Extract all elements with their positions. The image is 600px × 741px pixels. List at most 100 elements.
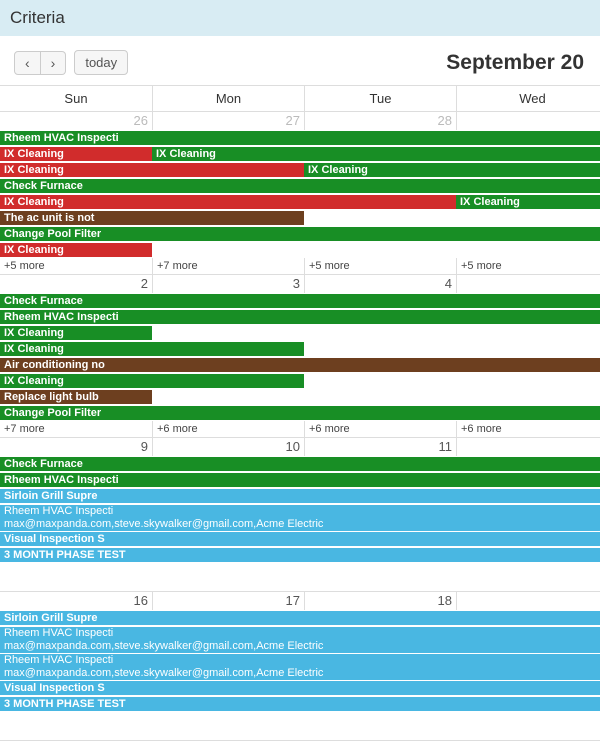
date-cell[interactable]: 11 <box>304 438 456 456</box>
event-lane: Sirloin Grill Supre <box>0 611 600 626</box>
calendar-grid: Sun Mon Tue Wed 262728Rheem HVAC Inspect… <box>0 85 600 741</box>
calendar-event[interactable]: Visual Inspection S <box>0 681 600 695</box>
event-lane: Check Furnace <box>0 179 600 194</box>
calendar-event[interactable]: IX Cleaning <box>0 163 304 177</box>
calendar-event[interactable]: Rheem HVAC Inspecti max@maxpanda.com,ste… <box>0 505 600 531</box>
date-row: 161718 <box>0 592 600 610</box>
date-cell[interactable]: 18 <box>304 592 456 610</box>
event-lane: Rheem HVAC Inspecti <box>0 473 600 488</box>
calendar-event[interactable]: IX Cleaning <box>0 243 152 257</box>
calendar-event[interactable]: The ac unit is not <box>0 211 304 225</box>
date-cell[interactable]: 17 <box>152 592 304 610</box>
more-link[interactable]: +6 more <box>304 421 456 437</box>
today-button[interactable]: today <box>74 50 128 75</box>
more-link[interactable]: +6 more <box>456 421 600 437</box>
more-link[interactable]: +5 more <box>456 258 600 274</box>
event-lane: Air conditioning no <box>0 358 600 373</box>
event-lane: Check Furnace <box>0 457 600 472</box>
calendar-event[interactable]: Air conditioning no <box>0 358 600 372</box>
calendar-event[interactable]: Sirloin Grill Supre <box>0 489 600 503</box>
dow-wed: Wed <box>456 86 600 111</box>
event-lane: IX Cleaning <box>0 326 600 341</box>
calendar-event[interactable]: Check Furnace <box>0 179 600 193</box>
more-link[interactable]: +5 more <box>304 258 456 274</box>
date-cell[interactable] <box>456 112 600 130</box>
date-row: 234 <box>0 275 600 293</box>
week-row: 234Check Furnace Rheem HVAC Inspecti IX Cl… <box>0 275 600 438</box>
date-row: 262728 <box>0 112 600 130</box>
calendar-event[interactable]: IX Cleaning <box>0 342 304 356</box>
event-lane: Change Pool Filter <box>0 406 600 421</box>
calendar-event[interactable]: IX Cleaning <box>0 374 304 388</box>
prev-button[interactable]: ‹ <box>14 51 41 75</box>
date-cell[interactable] <box>456 275 600 293</box>
date-cell[interactable]: 28 <box>304 112 456 130</box>
event-lane: Rheem HVAC Inspecti max@maxpanda.com,ste… <box>0 654 600 680</box>
calendar-event[interactable]: Change Pool Filter <box>0 227 600 241</box>
calendar-event[interactable]: IX Cleaning <box>0 326 152 340</box>
more-link[interactable]: +5 more <box>0 258 152 274</box>
calendar-event[interactable]: Rheem HVAC Inspecti <box>0 310 600 324</box>
calendar-event[interactable]: Rheem HVAC Inspecti <box>0 473 600 487</box>
more-link[interactable]: +7 more <box>152 258 304 274</box>
calendar-event[interactable]: IX Cleaning <box>0 195 456 209</box>
date-cell[interactable]: 3 <box>152 275 304 293</box>
calendar-event[interactable]: Replace light bulb <box>0 390 152 404</box>
dow-tue: Tue <box>304 86 456 111</box>
event-lane: IX CleaningIX Cleaning <box>0 147 600 162</box>
date-cell[interactable]: 26 <box>0 112 152 130</box>
calendar-event[interactable]: Rheem HVAC Inspecti max@maxpanda.com,ste… <box>0 654 600 680</box>
date-cell[interactable]: 10 <box>152 438 304 456</box>
event-lane: Rheem HVAC Inspecti <box>0 131 600 146</box>
next-button[interactable]: › <box>41 51 67 75</box>
calendar-event[interactable]: IX Cleaning <box>0 147 152 161</box>
event-lane: IX Cleaning <box>0 374 600 389</box>
header-title: Criteria <box>10 8 65 27</box>
week-row: 161718Sirloin Grill Supre Rheem HVAC Insp… <box>0 592 600 741</box>
event-lane: Change Pool Filter <box>0 227 600 242</box>
week-row: 91011Check Furnace Rheem HVAC Inspecti Sir… <box>0 438 600 592</box>
calendar-event[interactable]: Change Pool Filter <box>0 406 600 420</box>
calendar-event[interactable]: IX Cleaning <box>456 195 600 209</box>
event-lane: IX Cleaning <box>0 243 600 258</box>
more-link[interactable]: +7 more <box>0 421 152 437</box>
nav-button-group: ‹ › <box>14 51 66 75</box>
date-cell[interactable]: 4 <box>304 275 456 293</box>
page-header: Criteria <box>0 0 600 36</box>
calendar-event[interactable]: 3 MONTH PHASE TEST <box>0 697 600 711</box>
calendar-event[interactable]: 3 MONTH PHASE TEST <box>0 548 600 562</box>
date-cell[interactable]: 16 <box>0 592 152 610</box>
calendar-event[interactable]: IX Cleaning <box>304 163 600 177</box>
event-lane: Check Furnace <box>0 294 600 309</box>
event-lane: 3 MONTH PHASE TEST <box>0 548 600 563</box>
date-row: 91011 <box>0 438 600 456</box>
date-cell[interactable]: 27 <box>152 112 304 130</box>
event-lane: IX Cleaning <box>0 342 600 357</box>
date-cell[interactable] <box>456 438 600 456</box>
more-link[interactable]: +6 more <box>152 421 304 437</box>
event-lane: Replace light bulb <box>0 390 600 405</box>
dow-mon: Mon <box>152 86 304 111</box>
more-row: +5 more+7 more+5 more+5 more <box>0 258 600 274</box>
calendar-event[interactable]: Visual Inspection S <box>0 532 600 546</box>
calendar-event[interactable]: Check Furnace <box>0 457 600 471</box>
event-lane: IX CleaningIX Cleaning <box>0 195 600 210</box>
event-lane: Sirloin Grill Supre <box>0 489 600 504</box>
calendar-event[interactable]: Rheem HVAC Inspecti <box>0 131 600 145</box>
event-lane: Rheem HVAC Inspecti max@maxpanda.com,ste… <box>0 627 600 653</box>
event-lane: The ac unit is not <box>0 211 600 226</box>
event-lane: Visual Inspection S <box>0 532 600 547</box>
event-lane: IX CleaningIX Cleaning <box>0 163 600 178</box>
calendar-event[interactable]: Rheem HVAC Inspecti max@maxpanda.com,ste… <box>0 627 600 653</box>
event-lane: Rheem HVAC Inspecti <box>0 310 600 325</box>
calendar-toolbar: ‹ › today September 20 <box>0 36 600 85</box>
date-cell[interactable] <box>456 592 600 610</box>
calendar-event[interactable]: IX Cleaning <box>152 147 600 161</box>
more-row: +7 more+6 more+6 more+6 more <box>0 421 600 437</box>
date-cell[interactable]: 9 <box>0 438 152 456</box>
day-of-week-header: Sun Mon Tue Wed <box>0 86 600 112</box>
calendar-event[interactable]: Check Furnace <box>0 294 600 308</box>
event-lane: Visual Inspection S <box>0 681 600 696</box>
date-cell[interactable]: 2 <box>0 275 152 293</box>
calendar-event[interactable]: Sirloin Grill Supre <box>0 611 600 625</box>
